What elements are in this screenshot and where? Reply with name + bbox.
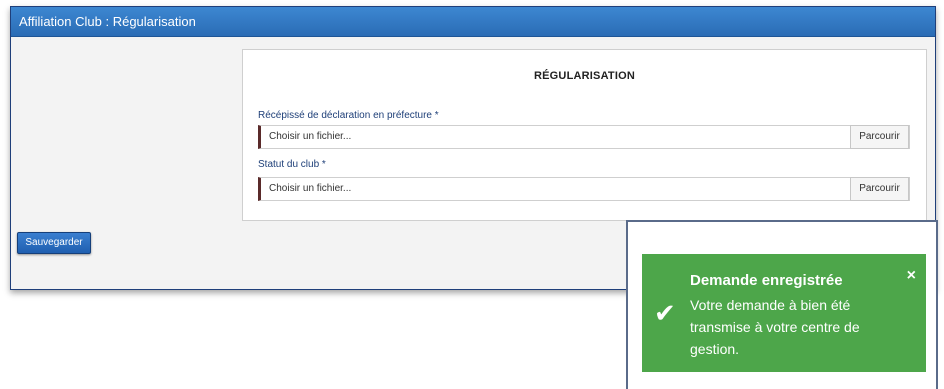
regularisation-form: RÉGULARISATION Récépissé de déclaration … [242, 49, 927, 221]
success-toast: ✔ Demande enregistrée Votre demande à bi… [642, 254, 926, 372]
statut-file-input[interactable]: Choisir un fichier... Parcourir [258, 177, 910, 201]
toast-container: ✔ Demande enregistrée Votre demande à bi… [626, 220, 938, 389]
toast-title: Demande enregistrée [690, 272, 843, 289]
close-icon[interactable]: × [907, 268, 916, 284]
form-title: RÉGULARISATION [534, 70, 635, 82]
toast-message: Votre demande à bien été transmise à vot… [690, 297, 860, 357]
statut-file-placeholder: Choisir un fichier... [269, 183, 352, 194]
recepisse-file-placeholder: Choisir un fichier... [269, 131, 352, 142]
save-button[interactable]: Sauvegarder [17, 232, 91, 254]
recepisse-file-input[interactable]: Choisir un fichier... Parcourir [258, 125, 910, 149]
statut-browse-button[interactable]: Parcourir [850, 177, 909, 201]
recepisse-browse-button[interactable]: Parcourir [850, 125, 909, 149]
checkmark-icon: ✔ [654, 298, 676, 328]
window-title: Affiliation Club : Régularisation [11, 7, 935, 37]
recepisse-label: Récépissé de déclaration en préfecture * [258, 110, 439, 121]
statut-label: Statut du club * [258, 159, 326, 170]
